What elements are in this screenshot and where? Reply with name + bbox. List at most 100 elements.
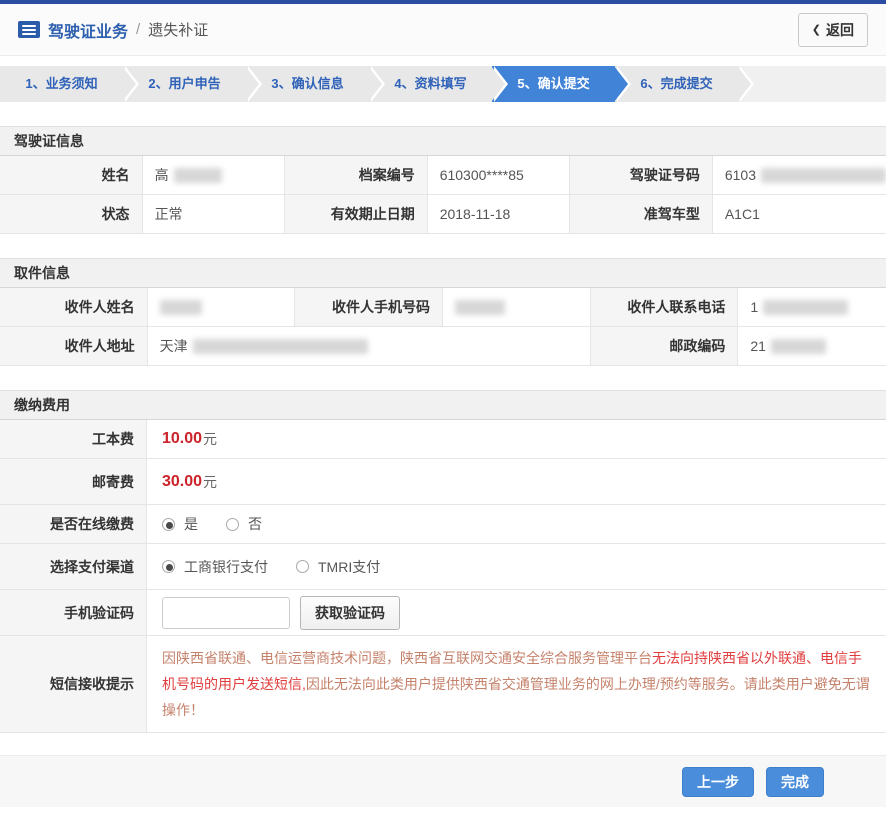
production-fee-label: 工本费 [0,420,147,458]
notice-part-1: 因陕西省联通、电信运营商技术问题，陕西省互联网交通安全综合服务管理平台 [162,650,652,666]
production-fee-value: 10.00 元 [147,420,886,458]
radio-label: TMRI支付 [318,557,380,577]
vehicle-class-value: A1C1 [713,195,886,234]
online-payment-label: 是否在线缴费 [0,505,147,543]
license-info-title: 驾驶证信息 [0,126,886,156]
pickup-info-section: 取件信息 收件人姓名 收件人手机号码 收件人联系电话 1 收件人地址 天津 邮政… [0,258,886,366]
production-fee-amount: 10.00 [162,430,202,448]
page: 驾驶证业务 / 遗失补证 ❮ 返回 1、业务须知 2、用户申告 3、确认信息 4… [0,0,886,807]
expiry-value: 2018-11-18 [428,195,571,234]
file-no-value: 610300****85 [428,156,571,195]
sms-code-controls: 获取验证码 [147,590,886,635]
radio-selected-icon [162,518,175,531]
pickup-info-table: 收件人姓名 收件人手机号码 收件人联系电话 1 收件人地址 天津 邮政编码 21 [0,288,886,366]
back-button-label: 返回 [826,20,854,40]
expiry-label: 有效期止日期 [285,195,428,234]
radio-unselected-icon [226,518,239,531]
redacted-value [160,300,202,315]
back-button[interactable]: ❮ 返回 [798,13,868,47]
recipient-name-label: 收件人姓名 [0,288,148,327]
recipient-address-text: 天津 [160,336,188,356]
sms-notice-label: 短信接收提示 [0,636,147,732]
postage-fee-label: 邮寄费 [0,459,147,504]
page-header: 驾驶证业务 / 遗失补证 ❮ 返回 [0,4,886,56]
get-sms-code-button[interactable]: 获取验证码 [300,596,400,630]
license-form-icon [18,21,40,38]
sms-notice-value: 因陕西省联通、电信运营商技术问题，陕西省互联网交通安全综合服务管理平台无法向持陕… [147,636,886,732]
recipient-address-value: 天津 [148,327,591,366]
recipient-phone-label: 收件人联系电话 [591,288,739,327]
page-title: 驾驶证业务 [48,18,128,42]
expiry-text: 2018-11-18 [440,206,511,222]
payment-channel-options: 工商银行支付 TMRI支付 [147,544,886,589]
recipient-mobile-value [443,288,591,327]
license-info-table: 姓名 高 档案编号 610300****85 驾驶证号码 6103 状态 正常 … [0,156,886,234]
file-no-label: 档案编号 [285,156,428,195]
breadcrumb: 驾驶证业务 / 遗失补证 [18,18,208,42]
chevron-left-icon: ❮ [812,23,821,36]
step-nav: 1、业务须知 2、用户申告 3、确认信息 4、资料填写 5、确认提交 6、完成提… [0,66,886,102]
postage-fee-amount: 30.00 [162,473,202,491]
postage-fee-value: 30.00 元 [147,459,886,504]
sms-notice-text: 因陕西省联通、电信运营商技术问题，陕西省互联网交通安全综合服务管理平台无法向持陕… [162,636,886,732]
step-label: 6、完成提交 [640,76,712,91]
payment-title: 缴纳费用 [0,390,886,420]
step-label: 5、确认提交 [517,76,589,91]
step-label: 2、用户申告 [148,76,220,91]
redacted-value [771,339,826,354]
pickup-info-title: 取件信息 [0,258,886,288]
radio-online-no[interactable]: 否 [226,514,262,534]
step-5-confirm-submit-active: 5、确认提交 [492,66,615,102]
step-3-confirm-info: 3、确认信息 [246,66,369,102]
step-label: 1、业务须知 [25,76,97,91]
license-no-text: 6103 [725,167,756,183]
postage-fee-unit: 元 [203,472,217,492]
footer-action-bar: 上一步 完成 [0,755,886,807]
page-subtitle: 遗失补证 [148,19,208,40]
status-label: 状态 [0,195,143,234]
redacted-value [193,339,368,354]
license-no-label: 驾驶证号码 [570,156,713,195]
sms-code-label: 手机验证码 [0,590,147,635]
postage-fee-row: 邮寄费 30.00 元 [0,459,886,505]
postal-code-label: 邮政编码 [591,327,739,366]
step-6-finish-submit: 6、完成提交 [615,66,738,102]
prev-step-button[interactable]: 上一步 [682,767,754,797]
payment-section: 缴纳费用 工本费 10.00 元 邮寄费 30.00 元 是否在线缴费 是 [0,390,886,733]
radio-unselected-icon [296,560,309,573]
vehicle-class-text: A1C1 [725,206,760,222]
payment-channel-row: 选择支付渠道 工商银行支付 TMRI支付 [0,544,886,590]
online-payment-options: 是 否 [147,505,886,543]
vehicle-class-label: 准驾车型 [570,195,713,234]
license-no-value: 6103 [713,156,886,195]
postal-code-value: 21 [738,327,886,366]
redacted-value [763,300,848,315]
redacted-value [174,168,222,183]
sms-code-row: 手机验证码 获取验证码 [0,590,886,636]
production-fee-unit: 元 [203,429,217,449]
name-label: 姓名 [0,156,143,195]
recipient-phone-text: 1 [750,299,758,315]
postal-code-text: 21 [750,338,766,354]
recipient-name-value [148,288,296,327]
production-fee-row: 工本费 10.00 元 [0,420,886,459]
online-payment-row: 是否在线缴费 是 否 [0,505,886,544]
radio-selected-icon [162,560,175,573]
redacted-value [761,168,886,183]
recipient-address-label: 收件人地址 [0,327,148,366]
recipient-mobile-label: 收件人手机号码 [295,288,443,327]
radio-online-yes[interactable]: 是 [162,514,198,534]
radio-channel-tmri[interactable]: TMRI支付 [296,557,380,577]
redacted-value [455,300,505,315]
radio-channel-icbc[interactable]: 工商银行支付 [162,557,268,577]
recipient-phone-value: 1 [738,288,886,327]
sms-code-input[interactable] [162,597,290,629]
breadcrumb-divider: / [136,21,140,38]
step-label: 4、资料填写 [394,76,466,91]
name-text: 高 [155,165,169,185]
status-text: 正常 [155,204,183,224]
payment-channel-label: 选择支付渠道 [0,544,147,589]
radio-label: 工商银行支付 [184,557,268,577]
finish-button[interactable]: 完成 [766,767,824,797]
step-4-fill-data: 4、资料填写 [369,66,492,102]
